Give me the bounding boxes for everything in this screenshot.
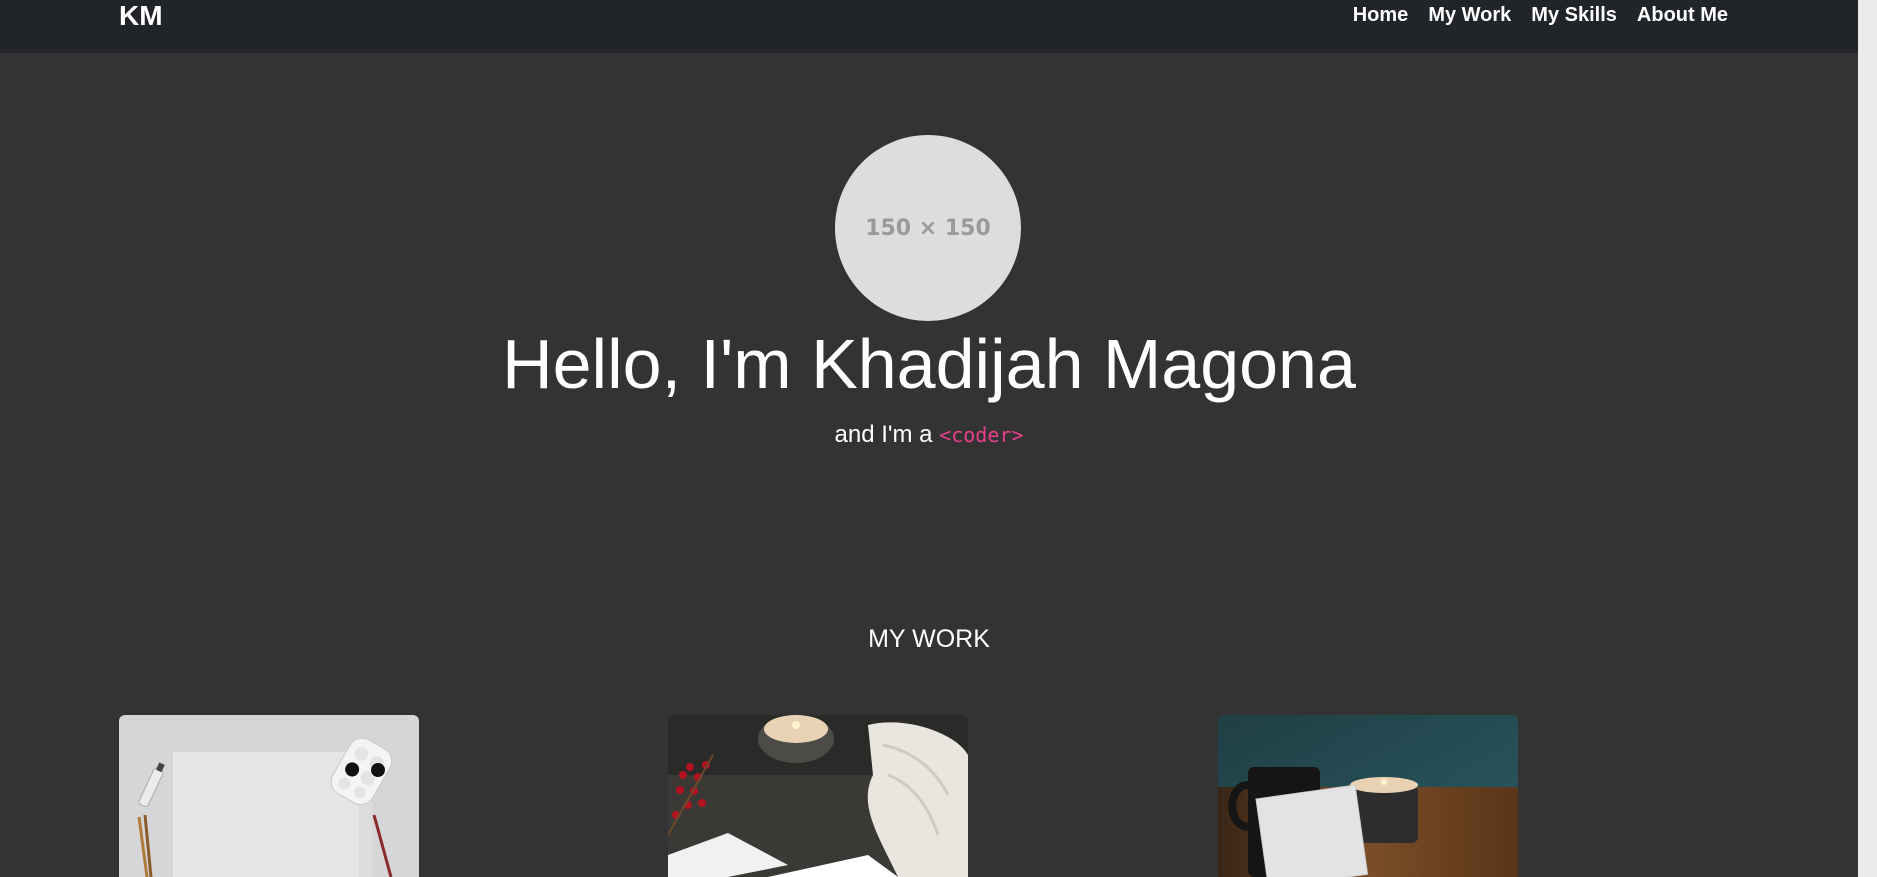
work-card-1-image <box>119 715 419 877</box>
page: KM Home My Work My Skills About Me 150 ×… <box>0 0 1858 877</box>
work-card-2-image <box>668 715 968 877</box>
work-card-1[interactable] <box>119 715 419 877</box>
hero-title: Hello, I'm Khadijah Magona <box>502 325 1356 403</box>
hero-subtitle-code: <coder> <box>939 423 1024 447</box>
nav-links: Home My Work My Skills About Me <box>1353 0 1728 31</box>
avatar: 150 × 150 <box>835 135 1021 321</box>
nav-link-about-me[interactable]: About Me <box>1637 4 1728 27</box>
work-card-3-image <box>1218 715 1518 877</box>
scrollbar-track[interactable] <box>1858 0 1877 877</box>
work-card-2[interactable] <box>668 715 968 877</box>
brand-logo[interactable]: KM <box>119 0 163 31</box>
nav-link-home[interactable]: Home <box>1353 4 1409 27</box>
nav-link-my-skills[interactable]: My Skills <box>1531 4 1617 27</box>
avatar-placeholder-text: 150 × 150 <box>865 215 991 241</box>
hero-subtitle-prefix: and I'm a <box>834 421 933 448</box>
hero-subtitle: and I'm a <coder> <box>0 420 1858 450</box>
my-work-heading: MY WORK <box>868 625 990 653</box>
navbar: KM Home My Work My Skills About Me <box>0 0 1858 53</box>
nav-link-my-work[interactable]: My Work <box>1428 4 1511 27</box>
work-card-3[interactable] <box>1218 715 1518 877</box>
